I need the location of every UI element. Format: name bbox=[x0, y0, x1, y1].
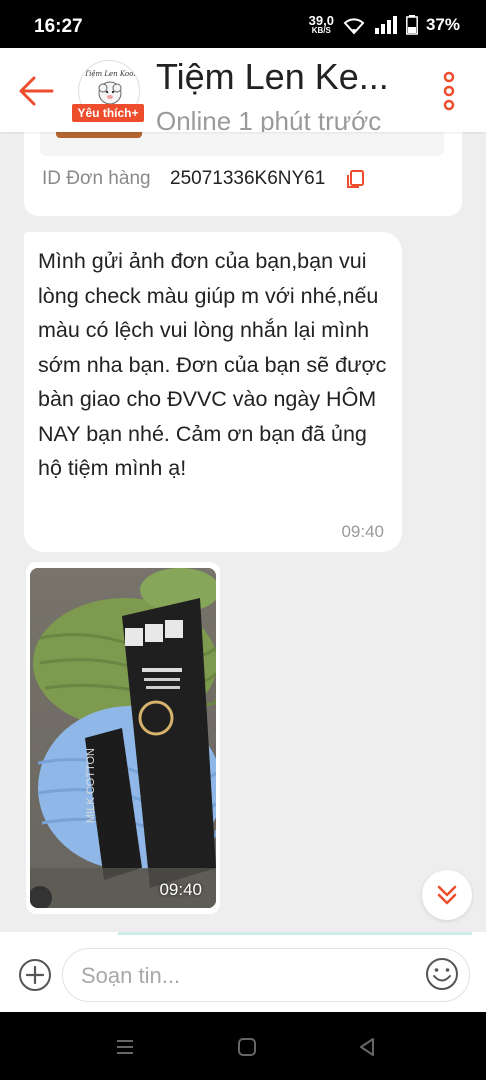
system-nav-bar bbox=[0, 1012, 486, 1080]
image-message[interactable]: MILK COTTON 09:40 bbox=[26, 562, 220, 914]
message-text: Mình gửi ảnh đơn của bạn,bạn vui lòng ch… bbox=[38, 249, 387, 480]
product-thumbnail bbox=[56, 132, 142, 138]
shop-name[interactable]: Tiệm Len Ke... bbox=[156, 56, 418, 98]
network-speed: 39,0 KB/S bbox=[309, 14, 334, 35]
chat-area: Đã giao ID Đơn hàng 25071336K6NY61 Mình … bbox=[0, 132, 486, 932]
nav-home-icon[interactable] bbox=[236, 1036, 258, 1058]
status-bar: 16:27 39,0 KB/S 37% bbox=[0, 0, 486, 48]
chat-header: Tiệm Len Kool Yêu thích+ Tiệm Len Ke... … bbox=[0, 48, 486, 132]
yarn-label-text: MILK COTTON bbox=[85, 748, 97, 823]
back-arrow-icon[interactable] bbox=[16, 70, 58, 112]
message-composer: Soạn tin... bbox=[0, 932, 486, 1012]
emoji-icon[interactable] bbox=[424, 956, 460, 992]
copy-icon[interactable] bbox=[344, 168, 366, 190]
status-time: 16:27 bbox=[34, 16, 83, 37]
battery-level: 37% bbox=[425, 14, 460, 34]
plus-icon[interactable] bbox=[18, 958, 52, 992]
wifi-icon bbox=[343, 17, 365, 34]
message-bubble[interactable]: Mình gửi ảnh đơn của bạn,bạn vui lòng ch… bbox=[24, 232, 402, 552]
shop-online-status: Online 1 phút trước bbox=[156, 106, 382, 132]
nav-recent-icon[interactable] bbox=[114, 1036, 136, 1058]
yarn-photo-image: MILK COTTON bbox=[30, 568, 216, 908]
order-card[interactable]: Đã giao ID Đơn hàng 25071336K6NY61 bbox=[24, 132, 462, 216]
yarn-photo[interactable]: MILK COTTON 09:40 bbox=[30, 568, 216, 908]
order-id-value: 25071336K6NY61 bbox=[170, 168, 326, 189]
image-time: 09:40 bbox=[159, 880, 202, 899]
message-input-placeholder: Soạn tin... bbox=[81, 963, 181, 988]
battery-icon bbox=[406, 14, 418, 35]
composer-accent-line bbox=[118, 932, 472, 935]
favorite-badge: Yêu thích+ bbox=[72, 104, 144, 122]
more-vertical-icon[interactable] bbox=[436, 70, 462, 112]
chevron-double-down-icon[interactable] bbox=[422, 870, 472, 920]
status-icons: 39,0 KB/S 37% bbox=[309, 14, 460, 35]
order-product-row[interactable]: Đã giao bbox=[40, 132, 444, 156]
network-speed-unit: KB/S bbox=[311, 26, 331, 35]
order-id-label: ID Đơn hàng bbox=[42, 168, 151, 189]
message-input[interactable]: Soạn tin... bbox=[62, 948, 470, 1002]
signal-icon bbox=[374, 15, 397, 34]
nav-back-icon[interactable] bbox=[356, 1036, 378, 1058]
message-time: 09:40 bbox=[341, 522, 384, 541]
